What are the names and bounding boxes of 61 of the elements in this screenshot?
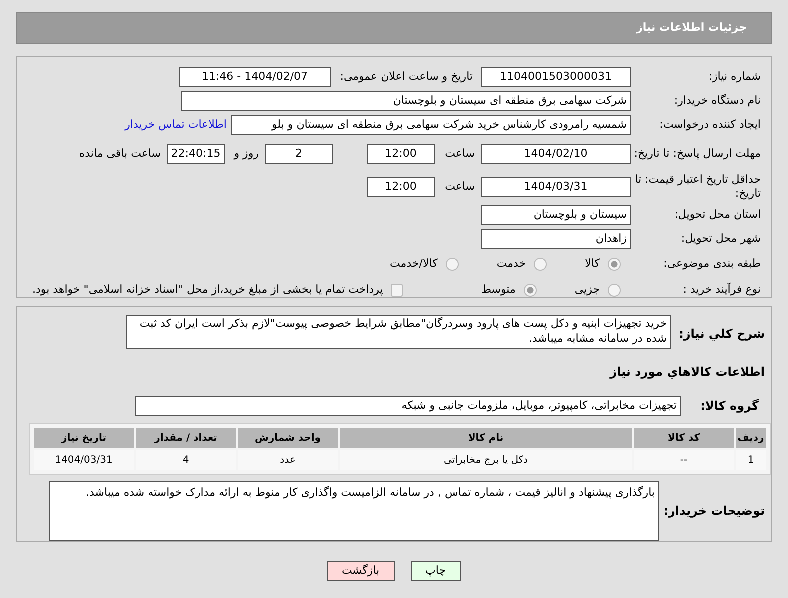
radio-button[interactable] [608, 284, 621, 296]
text-field[interactable]: 2 [265, 144, 333, 164]
print-button[interactable]: چاپ [410, 561, 462, 581]
option-label: خدمت [496, 256, 526, 272]
option-label: جزیی [574, 282, 600, 298]
field-label: ایجاد کننده درخواست: [658, 116, 762, 133]
field-label: حداقل تاریخ اعتبار قیمت: تا تاریخ: [634, 173, 762, 201]
column-header: ردیف [736, 428, 766, 448]
table-cell: 4 [136, 450, 236, 470]
field-label: ساعت باقی مانده [79, 146, 162, 162]
text-field[interactable]: زاهدان [481, 229, 631, 249]
column-header: کد کالا [634, 428, 734, 448]
column-header: واحد شمارش [238, 428, 338, 448]
radio-button[interactable] [608, 258, 621, 270]
back-button[interactable]: بازگشت [326, 561, 395, 581]
field-label: نوع فرآیند خرید : [682, 282, 762, 298]
option-label: متوسط [481, 282, 516, 298]
text-field[interactable]: تجهیزات مخابراتی، کامپیوتر، موبایل، ملزومات جانبی و شبکه [135, 396, 681, 416]
text-field[interactable]: 12:00 [367, 144, 435, 164]
text-field[interactable]: 1404/02/07 - 11:46 [179, 67, 331, 87]
field-label: روز و [232, 146, 260, 162]
field-label: توضیحات خریدار: [662, 503, 766, 520]
table-cell: -- [634, 450, 734, 470]
checkbox[interactable] [391, 284, 404, 296]
text-field[interactable]: 1404/03/31 [481, 177, 631, 197]
section-title: اطلاعات کالاهاي مورد نياز [610, 364, 766, 381]
text-field[interactable]: 22:40:15 [167, 144, 225, 164]
field-label: ساعت [444, 146, 476, 162]
radio-button[interactable] [446, 258, 459, 270]
field-label: شهر محل تحویل: [680, 230, 762, 247]
table-cell: 1404/03/31 [34, 450, 134, 470]
column-header: تعداد / مقدار [136, 428, 236, 448]
field-label: گروه کالا: [700, 398, 760, 415]
contact-link[interactable]: اطلاعات تماس خریدار [125, 116, 231, 134]
table-cell: 1 [736, 450, 766, 470]
field-label: طبقه بندی موضوعی: [662, 256, 762, 272]
field-label: شماره نیاز: [708, 68, 762, 85]
page-title: جزئیات اطلاعات نیاز [636, 20, 747, 36]
table-cell: عدد [238, 450, 338, 470]
column-header: تاریخ نیاز [34, 428, 134, 448]
text-field[interactable]: شرکت سهامی برق منطقه ای سیستان و بلوچستان [181, 91, 631, 111]
text-field[interactable]: شمسیه رامرودی کارشناس خرید شرکت سهامی برق منطقه ای سیستان و بلو [231, 115, 631, 135]
text-field[interactable]: سیستان و بلوچستان [481, 205, 631, 225]
description-box[interactable]: خرید تجهیزات ابنیه و دکل پست های پارود وسردرگان"مطابق شرایط خصوصی پیوست"لازم بذکر است ایران کد ثبت شده در سامانه مشابه میباشد. [126, 315, 671, 349]
field-label: تاریخ و ساعت اعلان عمومی: [339, 68, 474, 85]
field-label: ساعت [444, 178, 476, 195]
option-label: کالا/خدمت [390, 256, 438, 272]
field-label: شرح کلي نياز: [678, 326, 766, 343]
checkbox-label: پرداخت تمام یا بخشی از مبلغ خرید،از محل "اسناد خزانه اسلامی" خواهد بود. [32, 282, 384, 298]
radio-button[interactable] [534, 258, 548, 270]
field-label: مهلت ارسال پاسخ: تا تاریخ: [633, 147, 762, 161]
text-field[interactable]: 1104001503000031 [481, 67, 631, 87]
text-field[interactable]: 1404/02/10 [481, 144, 631, 164]
table-cell: دکل یا برج مخابراتی [340, 450, 632, 470]
option-label: کالا [585, 256, 600, 272]
notes-box[interactable]: بارگذاری پیشنهاد و انالیز قیمت ، شماره تماس , در سامانه الزامیست واگذاری کار منوط به ارائه مدارک خواسته شده میباشد. [49, 481, 659, 541]
radio-button[interactable] [524, 284, 537, 296]
text-field[interactable]: 12:00 [367, 177, 435, 197]
field-label: نام دستگاه خریدار: [673, 92, 762, 109]
column-header: نام کالا [340, 428, 632, 448]
field-label: استان محل تحویل: [674, 206, 762, 223]
